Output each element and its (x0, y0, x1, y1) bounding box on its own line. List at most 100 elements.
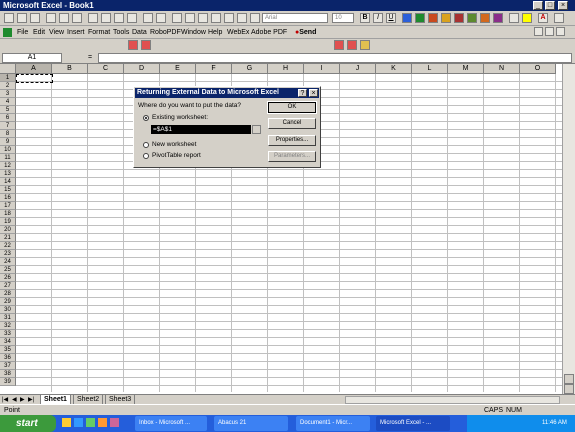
undo-icon[interactable] (143, 13, 153, 23)
row-header-33[interactable]: 33 (0, 330, 16, 338)
quicklaunch-1-icon[interactable] (62, 418, 71, 427)
dialog-help-button[interactable]: ? (298, 89, 307, 97)
row-header-1[interactable]: 1 (0, 74, 16, 82)
column-header-j[interactable]: J (340, 64, 376, 74)
range-input[interactable]: =$A$1 (151, 125, 251, 134)
copy-icon[interactable] (101, 13, 111, 23)
toolbar-options-icon[interactable] (554, 13, 564, 23)
onenote-icon[interactable] (493, 13, 503, 23)
row-header-19[interactable]: 19 (0, 218, 16, 226)
spelling-icon[interactable] (72, 13, 82, 23)
close-button[interactable]: × (558, 1, 568, 10)
column-header-g[interactable]: G (232, 64, 268, 74)
select-all-corner[interactable] (0, 64, 16, 74)
row-header-29[interactable]: 29 (0, 298, 16, 306)
row-header-11[interactable]: 11 (0, 154, 16, 162)
excel-doc-icon[interactable] (3, 28, 12, 37)
underline-icon[interactable]: U (386, 13, 396, 23)
menu-window[interactable]: Window (180, 27, 207, 38)
row-header-32[interactable]: 32 (0, 322, 16, 330)
cut-icon[interactable] (88, 13, 98, 23)
column-header-f[interactable]: F (196, 64, 232, 74)
row-header-30[interactable]: 30 (0, 306, 16, 314)
quicklaunch-4-icon[interactable] (98, 418, 107, 427)
format-painter-icon[interactable] (127, 13, 137, 23)
row-header-8[interactable]: 8 (0, 130, 16, 138)
robopdf-icon[interactable] (334, 40, 344, 50)
scroll-up-icon[interactable] (564, 374, 574, 384)
italic-icon[interactable]: I (373, 13, 383, 23)
pdf-email-icon[interactable] (141, 40, 151, 50)
row-header-23[interactable]: 23 (0, 250, 16, 258)
column-header-e[interactable]: E (160, 64, 196, 74)
row-header-27[interactable]: 27 (0, 282, 16, 290)
column-header-k[interactable]: K (376, 64, 412, 74)
range-collapse-icon[interactable] (252, 125, 261, 134)
vertical-scrollbar[interactable] (562, 64, 575, 394)
row-header-5[interactable]: 5 (0, 106, 16, 114)
minimize-button[interactable]: _ (533, 1, 543, 10)
menu-robopdf[interactable]: RoboPDF (149, 27, 182, 38)
word-icon[interactable] (402, 13, 412, 23)
drawing-icon[interactable] (237, 13, 247, 23)
row-header-37[interactable]: 37 (0, 362, 16, 370)
active-cell-a1[interactable] (16, 74, 53, 83)
column-header-h[interactable]: H (268, 64, 304, 74)
column-header-d[interactable]: D (124, 64, 160, 74)
task-excel[interactable]: Microsoft Excel - ... (376, 416, 450, 431)
row-header-12[interactable]: 12 (0, 162, 16, 170)
font-name-box[interactable]: Arial (262, 13, 328, 23)
cancel-button[interactable]: Cancel (268, 118, 316, 129)
menu-data[interactable]: Data (131, 27, 148, 38)
menu-webex[interactable]: WebEx (226, 27, 250, 38)
paste-icon[interactable] (114, 13, 124, 23)
pivottable-radio[interactable] (143, 153, 149, 159)
column-header-l[interactable]: L (412, 64, 448, 74)
parameters-button[interactable]: Parameters... (268, 151, 316, 162)
fill-color-icon[interactable] (522, 13, 532, 23)
zoom-icon[interactable] (250, 13, 260, 23)
row-header-15[interactable]: 15 (0, 186, 16, 194)
autosum-icon[interactable] (185, 13, 195, 23)
row-header-26[interactable]: 26 (0, 274, 16, 282)
access-icon[interactable] (454, 13, 464, 23)
row-header-16[interactable]: 16 (0, 194, 16, 202)
sort-descending-icon[interactable] (211, 13, 221, 23)
menu-insert[interactable]: Insert (66, 27, 86, 38)
column-header-i[interactable]: I (304, 64, 340, 74)
column-header-m[interactable]: M (448, 64, 484, 74)
row-header-31[interactable]: 31 (0, 314, 16, 322)
column-header-o[interactable]: O (520, 64, 556, 74)
font-color-icon[interactable]: A (538, 13, 548, 23)
row-header-3[interactable]: 3 (0, 90, 16, 98)
open-icon[interactable] (17, 13, 27, 23)
row-header-18[interactable]: 18 (0, 210, 16, 218)
chart-wizard-icon[interactable] (224, 13, 234, 23)
doc-restore-button[interactable] (545, 27, 554, 36)
publisher-icon[interactable] (467, 13, 477, 23)
redo-icon[interactable] (156, 13, 166, 23)
project-icon[interactable] (480, 13, 490, 23)
powerpoint-icon[interactable] (428, 13, 438, 23)
row-header-34[interactable]: 34 (0, 338, 16, 346)
row-header-24[interactable]: 24 (0, 258, 16, 266)
borders-icon[interactable] (509, 13, 519, 23)
row-header-39[interactable]: 39 (0, 378, 16, 386)
quicklaunch-5-icon[interactable] (110, 418, 119, 427)
menu-help[interactable]: Help (207, 27, 223, 38)
row-header-35[interactable]: 35 (0, 346, 16, 354)
row-header-38[interactable]: 38 (0, 370, 16, 378)
row-header-10[interactable]: 10 (0, 146, 16, 154)
menu-file[interactable]: File (16, 27, 29, 38)
bold-icon[interactable]: B (360, 13, 370, 23)
menu-format[interactable]: Format (87, 27, 111, 38)
send-button[interactable]: ●Send (294, 27, 317, 38)
row-header-25[interactable]: 25 (0, 266, 16, 274)
quicklaunch-3-icon[interactable] (86, 418, 95, 427)
row-header-14[interactable]: 14 (0, 178, 16, 186)
row-header-28[interactable]: 28 (0, 290, 16, 298)
row-header-36[interactable]: 36 (0, 354, 16, 362)
robopdf-settings-icon[interactable] (360, 40, 370, 50)
robopdf-email-icon[interactable] (347, 40, 357, 50)
hyperlink-icon[interactable] (172, 13, 182, 23)
